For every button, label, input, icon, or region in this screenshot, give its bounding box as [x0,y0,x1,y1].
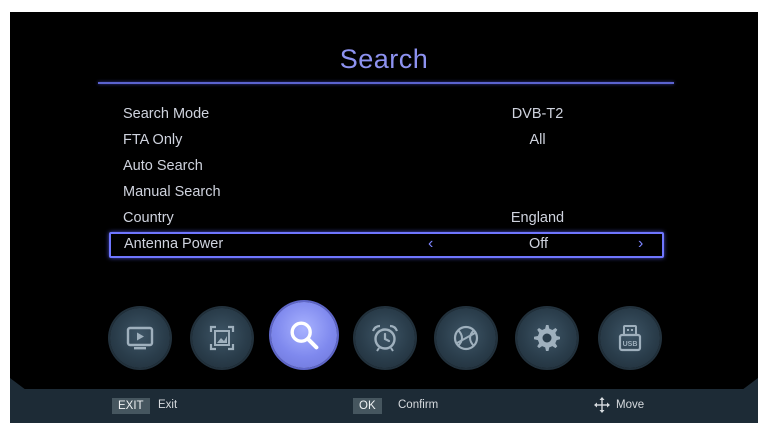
menu-item-label: Manual Search [123,184,221,200]
tv-button[interactable] [110,308,170,368]
title-divider [98,82,674,84]
picture-button[interactable] [192,308,252,368]
menu-item-country[interactable]: Country England [110,206,660,231]
chevron-right-icon[interactable]: › [638,235,643,253]
tv-icon [126,326,154,350]
usb-label: USB [623,341,638,348]
confirm-hint: Confirm [398,399,439,411]
menu-item-value: England [510,210,565,226]
menu-item-label: Search Mode [123,106,210,122]
gear-icon [534,325,560,351]
menu-item-label: FTA Only [123,132,183,148]
menu-item-manual-search[interactable]: Manual Search [110,180,660,205]
chevron-left-icon[interactable]: ‹ [428,235,433,253]
menu-item-search-mode[interactable]: Search Mode DVB-T2 [110,102,660,127]
tv-screen: Search Search Mode DVB-T2 FTA Only All A… [10,12,758,423]
search-button[interactable] [271,302,337,368]
menu-item-auto-search[interactable]: Auto Search [110,154,660,179]
picture-icon [209,325,235,351]
settings-button[interactable] [517,308,577,368]
usb-button[interactable]: USB [600,308,660,368]
menu-item-fta-only[interactable]: FTA Only All [110,128,660,153]
alarm-button[interactable] [355,308,415,368]
move-arrows-icon [594,397,610,413]
alarm-clock-icon [371,324,399,352]
menu-item-label: Antenna Power [124,236,224,252]
search-icon [290,321,319,350]
ok-key[interactable]: OK [353,398,382,414]
exit-key[interactable]: EXIT [112,398,150,414]
menu-item-value: Off [528,236,549,252]
move-hint: Move [616,399,645,411]
exit-hint: Exit [158,399,178,411]
usb-icon: USB [618,325,642,352]
menu-item-label: Country [123,210,174,226]
menu-item-antenna-power[interactable]: Antenna Power ‹ Off › [109,232,664,258]
menu-item-value: DVB-T2 [511,106,564,122]
menu-item-value: All [529,132,546,148]
globe-icon [453,325,479,351]
page-title: Search [339,44,429,74]
network-button[interactable] [436,308,496,368]
menu-item-label: Auto Search [123,158,203,174]
